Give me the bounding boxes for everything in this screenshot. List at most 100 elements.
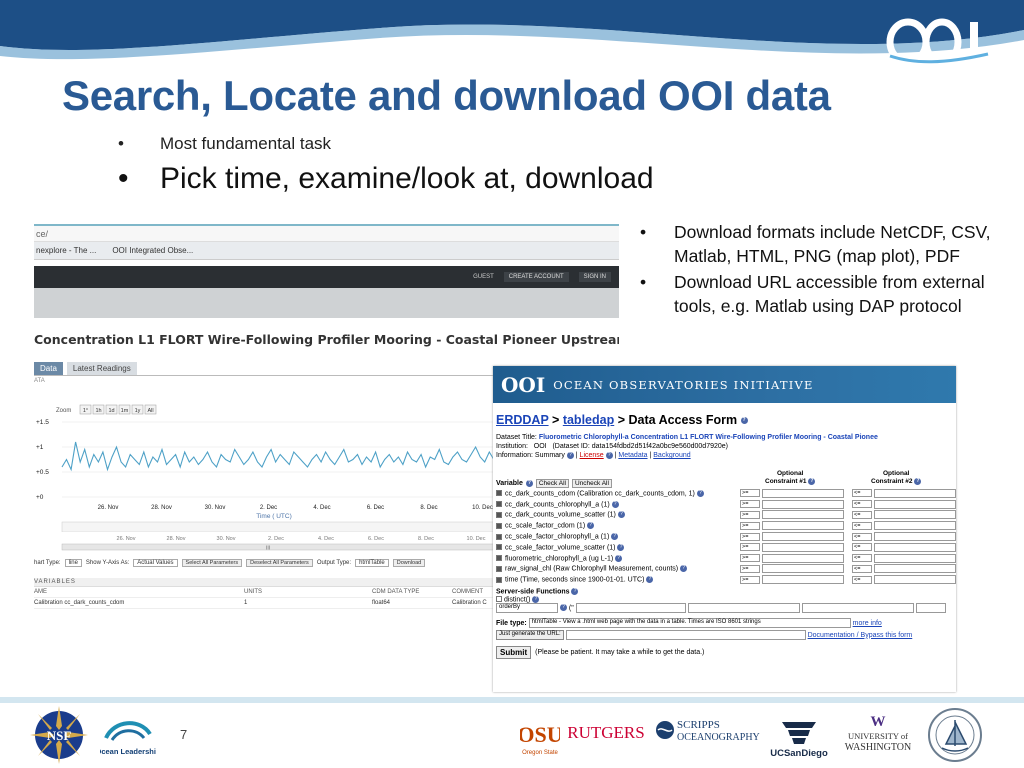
help-icon[interactable]: ? xyxy=(740,417,748,425)
zoom-button[interactable]: 1m xyxy=(118,404,131,415)
deselect-all-button[interactable]: Deselect All Parameters xyxy=(246,559,313,567)
help-icon[interactable]: ? xyxy=(617,543,625,551)
constraint-2-input[interactable] xyxy=(874,532,956,542)
variable-checkbox[interactable] xyxy=(496,555,502,562)
constraint-2-input[interactable] xyxy=(874,542,956,552)
erddap-link[interactable]: ERDDAP xyxy=(496,413,549,427)
navigator-scrollbar[interactable] xyxy=(61,543,514,551)
browser-tab[interactable]: nexplore - The ... xyxy=(36,246,96,255)
operator-select[interactable]: <= xyxy=(852,510,872,519)
help-icon[interactable]: ? xyxy=(611,532,619,540)
url-field[interactable] xyxy=(565,629,806,640)
help-icon[interactable]: ? xyxy=(617,511,625,519)
orderby-var-select[interactable] xyxy=(915,602,946,613)
orderby-select[interactable]: orderBy xyxy=(496,602,558,613)
help-icon[interactable]: ? xyxy=(615,554,623,562)
variable-checkbox[interactable] xyxy=(496,490,502,497)
operator-select[interactable]: >= xyxy=(740,554,760,563)
generate-url-button[interactable]: Just generate the URL: xyxy=(496,629,564,640)
show-y-select[interactable]: Actual Values xyxy=(133,559,178,567)
orderby-var-select[interactable] xyxy=(801,602,914,613)
help-icon[interactable]: ? xyxy=(696,489,704,497)
variable-checkbox[interactable] xyxy=(496,522,502,529)
address-bar[interactable]: ce/ xyxy=(34,226,619,242)
orderby-var-select[interactable] xyxy=(687,602,800,613)
help-icon[interactable]: ? xyxy=(587,522,595,530)
zoom-button[interactable]: All xyxy=(144,404,157,415)
constraint-1-input[interactable] xyxy=(762,521,844,531)
help-icon[interactable]: ? xyxy=(559,604,567,612)
constraint-1-input[interactable] xyxy=(762,499,844,509)
operator-select[interactable]: >= xyxy=(740,521,760,530)
constraint-2-input[interactable] xyxy=(874,553,956,563)
constraint-1-input[interactable] xyxy=(762,488,844,498)
operator-select[interactable]: >= xyxy=(740,532,760,541)
distinct-checkbox[interactable] xyxy=(496,596,502,603)
variable-checkbox[interactable] xyxy=(496,533,502,540)
constraint-2-input[interactable] xyxy=(874,564,956,574)
navigator-axis[interactable]: 26. Nov 28. Nov 30. Nov 2. Dec 4. Dec 6. Dec 8… xyxy=(34,532,514,552)
help-icon[interactable]: ? xyxy=(808,478,816,485)
operator-select[interactable]: >= xyxy=(740,575,760,584)
constraint-1-input[interactable] xyxy=(762,553,844,563)
constraint-2-input[interactable] xyxy=(874,510,956,520)
constraint-1-input[interactable] xyxy=(762,575,844,585)
tabledap-link[interactable]: tabledap xyxy=(563,413,614,427)
help-icon[interactable]: ? xyxy=(646,576,654,584)
zoom-button[interactable]: 1h xyxy=(92,404,105,415)
variable-checkbox[interactable] xyxy=(496,501,502,508)
download-button[interactable]: Download xyxy=(392,559,426,567)
help-icon[interactable]: ? xyxy=(914,478,922,485)
uncheck-all-button[interactable]: Uncheck All xyxy=(571,478,612,488)
time-series-chart[interactable]: Zoom 1° 1h 1d 1m 1y All +1.5+1+0.5+0 26. Nov 2… xyxy=(34,402,514,532)
submit-button[interactable]: Submit xyxy=(496,645,532,659)
operator-select[interactable]: <= xyxy=(852,500,872,509)
more-info-link[interactable]: more info xyxy=(853,620,882,627)
help-icon[interactable]: ? xyxy=(532,595,540,603)
output-type-select[interactable]: htmlTable xyxy=(355,559,389,567)
tab-data[interactable]: Data xyxy=(34,362,63,375)
operator-select[interactable]: <= xyxy=(852,489,872,498)
constraint-2-input[interactable] xyxy=(874,521,956,531)
variable-checkbox[interactable] xyxy=(496,565,502,572)
constraint-1-input[interactable] xyxy=(762,542,844,552)
operator-select[interactable]: >= xyxy=(740,489,760,498)
orderby-var-select[interactable] xyxy=(575,602,686,613)
constraint-1-input[interactable] xyxy=(762,510,844,520)
help-icon[interactable]: ? xyxy=(611,500,619,508)
zoom-button[interactable]: 1° xyxy=(79,404,92,415)
variable-checkbox[interactable] xyxy=(496,511,502,518)
navigator[interactable] xyxy=(61,521,514,532)
select-all-button[interactable]: Select All Parameters xyxy=(181,559,243,567)
operator-select[interactable]: <= xyxy=(852,554,872,563)
help-icon[interactable]: ? xyxy=(680,565,688,573)
check-all-button[interactable]: Check All xyxy=(535,478,569,488)
operator-select[interactable]: <= xyxy=(852,564,872,573)
help-icon[interactable]: ? xyxy=(525,479,533,487)
browser-tab[interactable]: OOI Integrated Obse... xyxy=(112,246,193,255)
zoom-button[interactable]: 1d xyxy=(105,404,118,415)
background-link[interactable]: Background xyxy=(653,452,690,459)
chart-type-select[interactable]: line xyxy=(64,559,82,567)
operator-select[interactable]: >= xyxy=(740,564,760,573)
operator-select[interactable]: >= xyxy=(740,510,760,519)
operator-select[interactable]: <= xyxy=(852,543,872,552)
help-icon[interactable]: ? xyxy=(566,451,574,459)
help-icon[interactable]: ? xyxy=(571,588,579,596)
operator-select[interactable]: <= xyxy=(852,575,872,584)
summary-label[interactable]: Summary xyxy=(535,452,565,459)
variable-checkbox[interactable] xyxy=(496,544,502,551)
file-type-select[interactable]: htmlTable - View a .html web page with t… xyxy=(528,617,851,628)
constraint-2-input[interactable] xyxy=(874,499,956,509)
constraint-1-input[interactable] xyxy=(762,564,844,574)
scroll-grip-icon[interactable]: III xyxy=(266,546,270,552)
variable-checkbox[interactable] xyxy=(496,576,502,583)
constraint-2-input[interactable] xyxy=(874,575,956,585)
zoom-button[interactable]: 1y xyxy=(131,404,144,415)
tab-latest-readings[interactable]: Latest Readings xyxy=(66,362,137,375)
operator-select[interactable]: >= xyxy=(740,500,760,509)
metadata-link[interactable]: Metadata xyxy=(618,452,647,459)
operator-select[interactable]: >= xyxy=(740,543,760,552)
documentation-link[interactable]: Documentation / Bypass this form xyxy=(808,632,913,639)
operator-select[interactable]: <= xyxy=(852,521,872,530)
